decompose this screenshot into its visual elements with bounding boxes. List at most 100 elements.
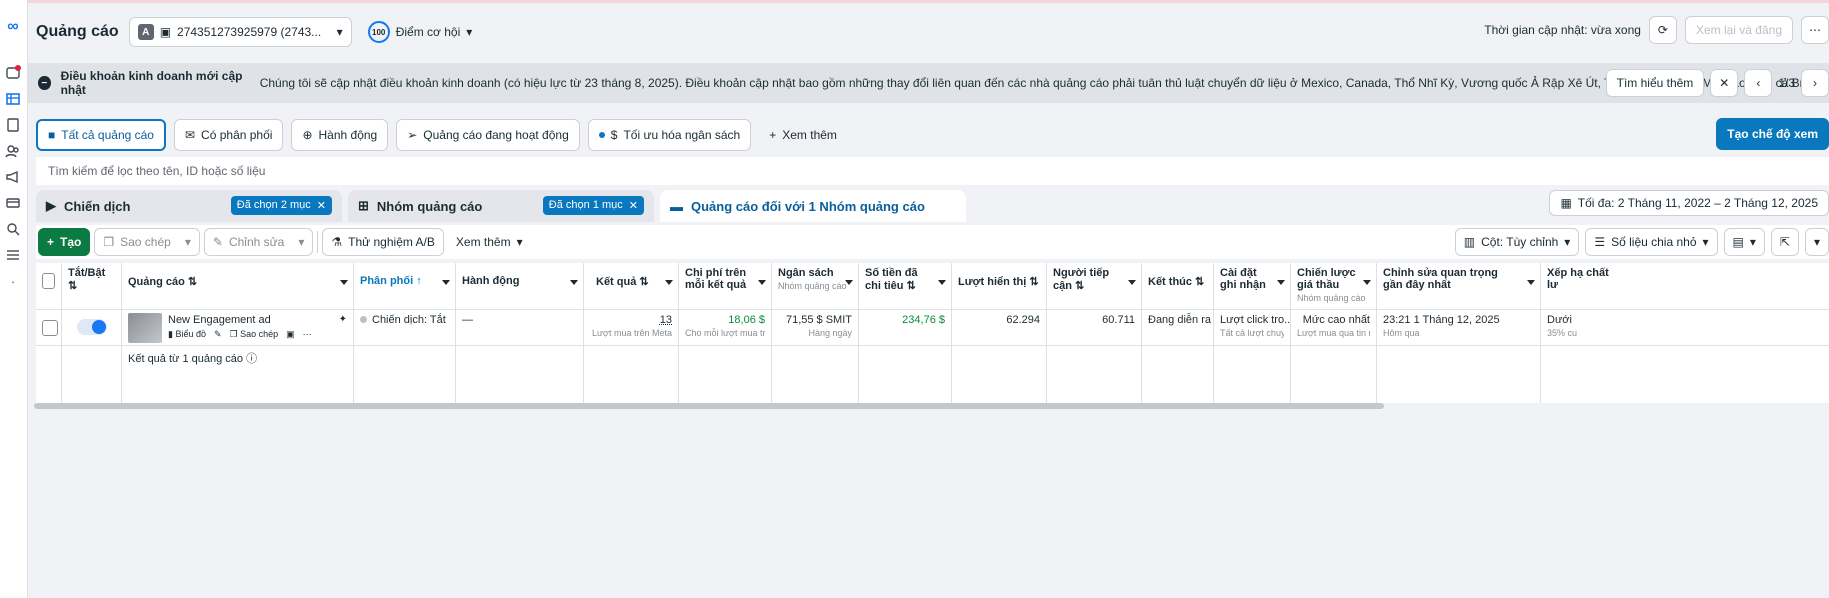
bid-strategy-cell: Mức cao nhất Lượt mua qua tin n... — [1291, 310, 1377, 345]
chevron-down-icon[interactable] — [845, 280, 853, 285]
chip-all-ads[interactable]: ■ Tất cả quảng cáo — [36, 119, 166, 151]
columns-button[interactable]: ▥ Cột: Tùy chỉnh ▾ — [1454, 228, 1580, 256]
see-more-label: Xem thêm — [782, 128, 837, 142]
ad-name-link[interactable]: New Engagement ad — [168, 314, 347, 326]
close-banner-button[interactable]: ✕ — [1710, 69, 1739, 97]
last-edit-value: 23:21 1 Tháng 12, 2025 — [1383, 314, 1500, 326]
toolbar-see-more[interactable]: Xem thêm ▾ — [447, 228, 531, 256]
col-toggle[interactable]: Tắt/Bật ⇅ — [62, 263, 122, 309]
pencil-icon[interactable]: ✎ — [214, 329, 222, 340]
close-icon[interactable]: ✕ — [629, 199, 638, 212]
megaphone-icon[interactable] — [4, 168, 22, 186]
close-icon[interactable]: ✕ — [317, 199, 326, 212]
breakdown-button[interactable]: ☰ Số liệu chia nhỏ ▾ — [1585, 228, 1718, 256]
col-delivery[interactable]: Phân phối ↑ — [354, 263, 456, 309]
tab-campaigns[interactable]: ▶ Chiến dịch Đã chọn 2 mục ✕ — [36, 190, 342, 222]
adset-selected-badge[interactable]: Đã chọn 1 mục ✕ — [542, 196, 644, 215]
tab-adsets[interactable]: ⊞ Nhóm quảng cáo Đã chọn 1 mục ✕ — [348, 190, 654, 222]
business-tools-icon[interactable] — [4, 220, 22, 238]
more-dots-icon[interactable]: · — [4, 272, 22, 290]
billing-icon[interactable] — [4, 194, 22, 212]
summary-empty-cell — [952, 346, 1047, 403]
info-icon[interactable]: ⓘ — [246, 353, 257, 365]
duplicate-link[interactable]: ❐ Sao chép — [230, 329, 279, 340]
ads-table-icon[interactable] — [4, 90, 22, 108]
col-bid-strategy[interactable]: Chiến lược giá thầu Nhóm quảng cáo — [1291, 263, 1377, 309]
ad-thumbnail[interactable] — [128, 313, 162, 343]
chevron-down-icon[interactable]: ▾ — [298, 235, 304, 249]
export-button[interactable]: ⇱ — [1770, 228, 1799, 256]
pencil-icon: ✎ — [212, 235, 223, 249]
search-input[interactable]: Tìm kiếm để lọc theo tên, ID hoặc số liệ… — [36, 157, 1829, 185]
chevron-down-icon[interactable] — [570, 280, 578, 285]
chevron-down-icon[interactable] — [665, 280, 673, 285]
more-icon[interactable]: ⋯ — [303, 329, 312, 340]
menu-icon[interactable] — [4, 246, 22, 264]
col-cost-per-result[interactable]: Chi phí trên mỗi kết quả — [679, 263, 772, 309]
pin-icon[interactable]: ✦ — [339, 314, 347, 325]
col-impressions[interactable]: Lượt hiển thị ⇅ — [952, 263, 1047, 309]
horizontal-scrollbar[interactable] — [34, 403, 1384, 409]
review-publish-button[interactable]: Xem lại và đăng — [1684, 16, 1793, 44]
ab-test-button[interactable]: ⚗ Thử nghiệm A/B — [322, 228, 444, 256]
ad-account-selector[interactable]: A ▣ 274351273925979 (2743... ▾ — [128, 17, 352, 47]
row-checkbox[interactable] — [42, 320, 58, 336]
meta-logo-icon[interactable]: ∞ — [4, 18, 22, 36]
col-amount-spent[interactable]: Số tiền đã chi tiêu ⇅ — [859, 263, 952, 309]
see-more-filters[interactable]: + Xem thêm — [759, 128, 847, 142]
chip-budget-optimization[interactable]: $ Tối ưu hóa ngân sách — [587, 119, 752, 151]
refresh-button[interactable]: ⟳ — [1648, 16, 1677, 44]
col-reach[interactable]: Người tiếp cận ⇅ — [1047, 263, 1142, 309]
plus-icon: + — [47, 235, 55, 249]
col-ends[interactable]: Kết thúc ⇅ — [1142, 263, 1214, 309]
select-all-checkbox[interactable] — [42, 273, 55, 289]
create-view-button[interactable]: Tạo chế độ xem — [1716, 118, 1829, 150]
campaign-selected-badge[interactable]: Đã chọn 2 mục ✕ — [230, 196, 332, 215]
col-ad[interactable]: Quảng cáo ⇅ — [122, 263, 354, 309]
image-icon[interactable]: ▣ — [286, 329, 295, 340]
chevron-down-icon[interactable] — [442, 280, 450, 285]
ad-on-off-toggle[interactable] — [76, 319, 107, 335]
duplicate-button[interactable]: ❐ Sao chép ▾ — [94, 228, 200, 256]
chevron-down-icon[interactable] — [938, 280, 946, 285]
next-banner-button[interactable]: › — [1801, 69, 1829, 97]
reports-button[interactable]: ▤ ▾ — [1723, 228, 1765, 256]
chevron-down-icon[interactable] — [1363, 280, 1371, 285]
opportunity-score[interactable]: 100 Điểm cơ hội ▾ — [367, 21, 472, 43]
date-range-picker[interactable]: ▦ Tối đa: 2 Tháng 11, 2022 – 2 Tháng 12, … — [1549, 190, 1829, 216]
col-actions[interactable]: Hành động — [456, 263, 584, 309]
summary-empty-cell — [679, 346, 772, 403]
more-options-button[interactable]: ▾ — [1804, 228, 1829, 256]
col-last-significant-edit[interactable]: Chỉnh sửa quan trọng gần đây nhất — [1377, 263, 1541, 309]
chip-delivering[interactable]: ✉ Có phân phối — [173, 119, 284, 151]
chevron-down-icon[interactable]: ▾ — [185, 235, 191, 249]
col-results[interactable]: Kết quả ⇅ — [584, 263, 679, 309]
learn-more-button[interactable]: Tìm hiểu thêm — [1605, 69, 1705, 97]
overflow-button[interactable]: ⋯ — [1801, 16, 1829, 44]
chevron-down-icon[interactable] — [1527, 280, 1535, 285]
notification-icon[interactable] — [4, 64, 22, 82]
audience-icon[interactable] — [4, 142, 22, 160]
chevron-down-icon[interactable] — [758, 280, 766, 285]
export-icon: ⇱ — [1779, 235, 1790, 249]
chevron-down-icon[interactable] — [340, 280, 348, 285]
campaign-icon: ▶ — [46, 198, 56, 213]
col-quality-ranking[interactable]: Xếp hạ chất lư — [1541, 263, 1621, 309]
results-value[interactable]: 13 — [590, 314, 672, 326]
table-row[interactable]: New Engagement ad ▮ Biểu đồ ✎ ❐ Sao chép… — [36, 310, 1829, 346]
pages-icon[interactable] — [4, 116, 22, 134]
tab-ads[interactable]: ▬ Quảng cáo đối với 1 Nhóm quảng cáo — [660, 190, 966, 222]
chevron-down-icon[interactable] — [1277, 280, 1285, 285]
chart-link[interactable]: ▮ Biểu đồ — [168, 329, 206, 340]
col-attribution[interactable]: Cài đặt ghi nhận — [1214, 263, 1291, 309]
banner-pager: 1/3 — [1778, 76, 1795, 90]
create-button[interactable]: + Tạo — [38, 228, 91, 256]
edit-button[interactable]: ✎ Chỉnh sửa ▾ — [203, 228, 314, 256]
prev-banner-button[interactable]: ‹ — [1744, 69, 1773, 97]
chip-actions[interactable]: ⊕ Hành động — [291, 119, 389, 151]
col-budget[interactable]: Ngân sách Nhóm quảng cáo — [772, 263, 859, 309]
summary-empty-cell — [584, 346, 679, 403]
chevron-down-icon[interactable] — [1128, 280, 1136, 285]
chevron-right-icon: › — [1813, 76, 1817, 90]
chip-active-ads[interactable]: ➢ Quảng cáo đang hoạt động — [396, 119, 580, 151]
